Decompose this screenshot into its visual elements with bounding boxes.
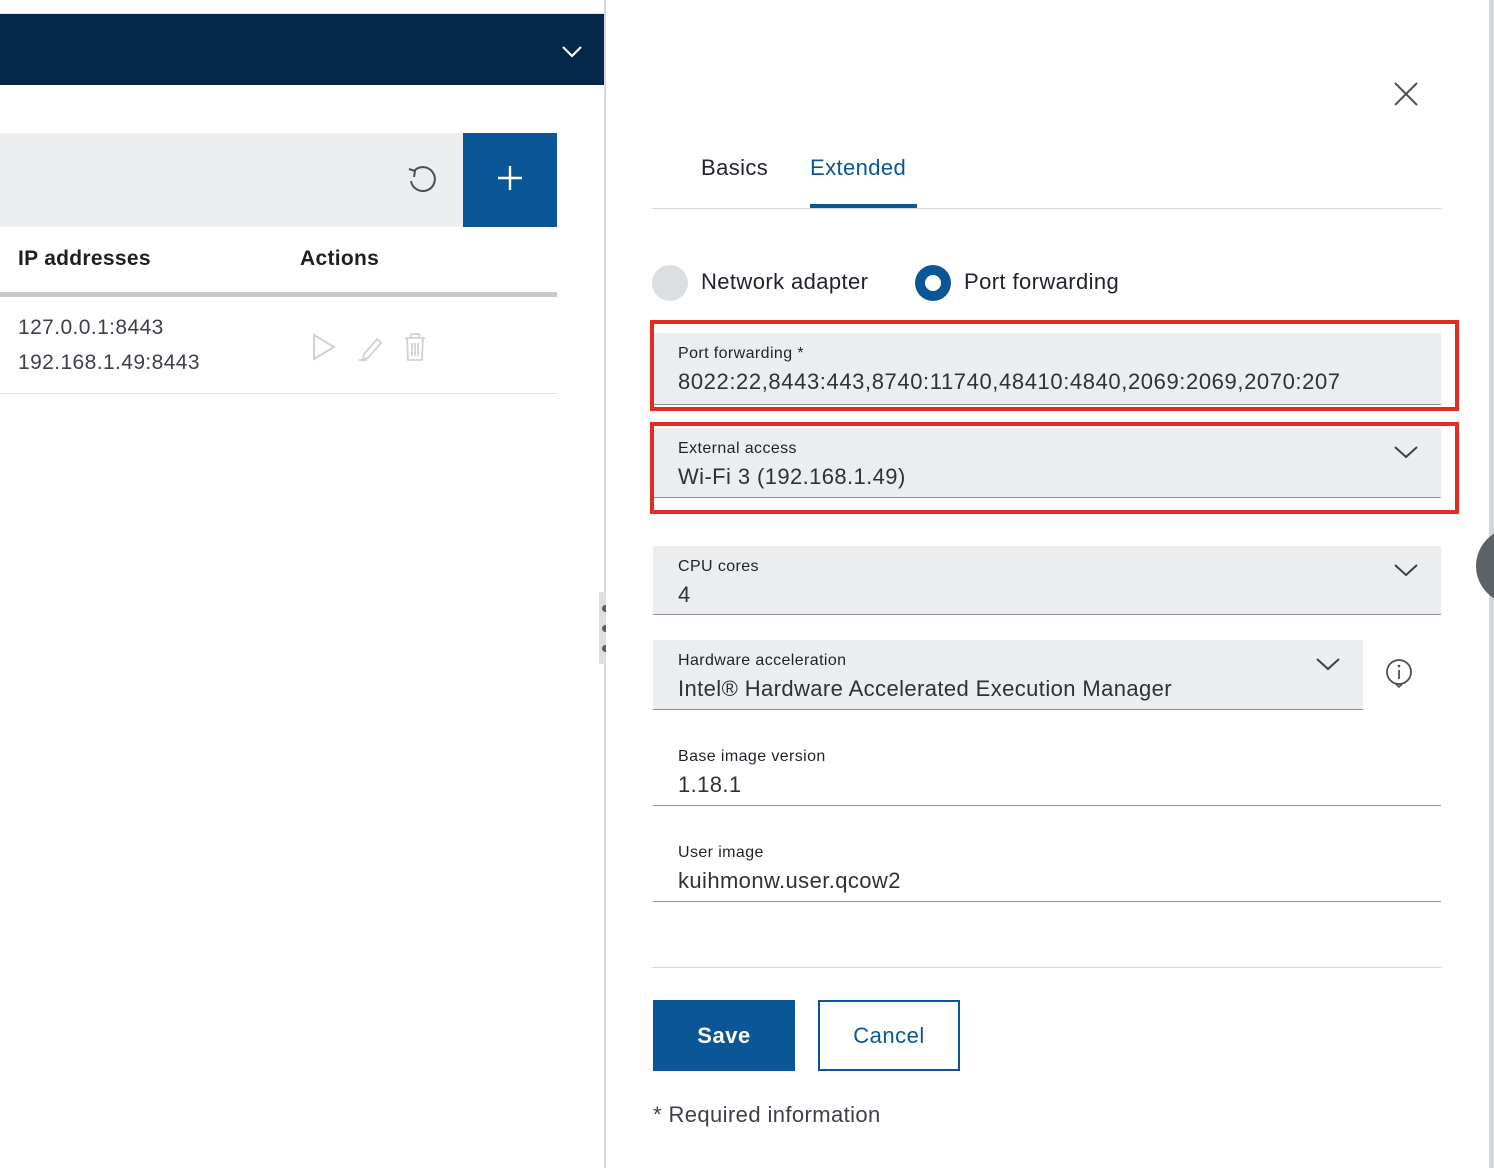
column-header-ip-addresses: IP addresses	[18, 247, 151, 270]
left-header-bar[interactable]	[0, 14, 605, 85]
radio-network-adapter[interactable]	[652, 265, 688, 301]
read-only-value: 1.18.1	[678, 772, 742, 797]
table-row-divider	[0, 393, 557, 394]
add-button[interactable]	[463, 133, 557, 227]
tab-basics[interactable]: Basics	[701, 155, 768, 181]
refresh-icon	[405, 163, 439, 202]
required-information-note: * Required information	[653, 1102, 881, 1127]
field-label: CPU cores	[678, 558, 759, 575]
radio-label-network-adapter[interactable]: Network adapter	[701, 269, 868, 295]
highlight-box	[650, 422, 1459, 514]
user-image-field: User image kuihmonw.user.qcow2	[653, 832, 1441, 902]
table-toolbar	[0, 133, 463, 227]
tabs-divider	[652, 208, 1442, 209]
chevron-down-icon[interactable]	[1393, 560, 1419, 580]
chevron-down-icon[interactable]	[561, 40, 583, 62]
chevron-down-icon[interactable]	[1315, 654, 1341, 674]
radio-label-port-forwarding[interactable]: Port forwarding	[964, 269, 1119, 295]
close-button[interactable]	[1390, 80, 1422, 112]
play-icon[interactable]	[310, 330, 338, 364]
selected-value: Intel® Hardware Accelerated Execution Ma…	[678, 676, 1173, 701]
refresh-button[interactable]	[400, 160, 444, 204]
field-label: Base image version	[678, 748, 826, 765]
info-icon[interactable]	[1384, 658, 1414, 688]
pencil-icon[interactable]	[357, 330, 385, 364]
plus-icon	[495, 163, 525, 198]
tab-extended[interactable]: Extended	[810, 155, 906, 181]
cpu-cores-select[interactable]: CPU cores 4	[653, 546, 1441, 615]
read-only-value: kuihmonw.user.qcow2	[678, 868, 901, 893]
table-header-divider	[0, 292, 557, 297]
column-header-actions: Actions	[300, 247, 380, 270]
field-label: Hardware acceleration	[678, 652, 847, 669]
left-panel: IP addresses Actions 127.0.0.1:8443 192.…	[0, 14, 605, 1168]
trash-icon[interactable]	[401, 330, 429, 364]
footer-divider	[652, 967, 1442, 968]
selected-value: 4	[678, 582, 691, 607]
ip-address-cell: 192.168.1.49:8443	[18, 351, 200, 374]
save-button[interactable]: Save	[653, 1000, 795, 1071]
radio-port-forwarding[interactable]	[915, 265, 951, 301]
highlight-box	[650, 320, 1459, 411]
cancel-button[interactable]: Cancel	[818, 1000, 960, 1071]
field-label: User image	[678, 844, 764, 861]
ip-address-cell: 127.0.0.1:8443	[18, 316, 164, 339]
base-image-version-field: Base image version 1.18.1	[653, 736, 1441, 806]
close-icon	[1392, 80, 1420, 113]
hardware-acceleration-select[interactable]: Hardware acceleration Intel® Hardware Ac…	[653, 640, 1363, 710]
